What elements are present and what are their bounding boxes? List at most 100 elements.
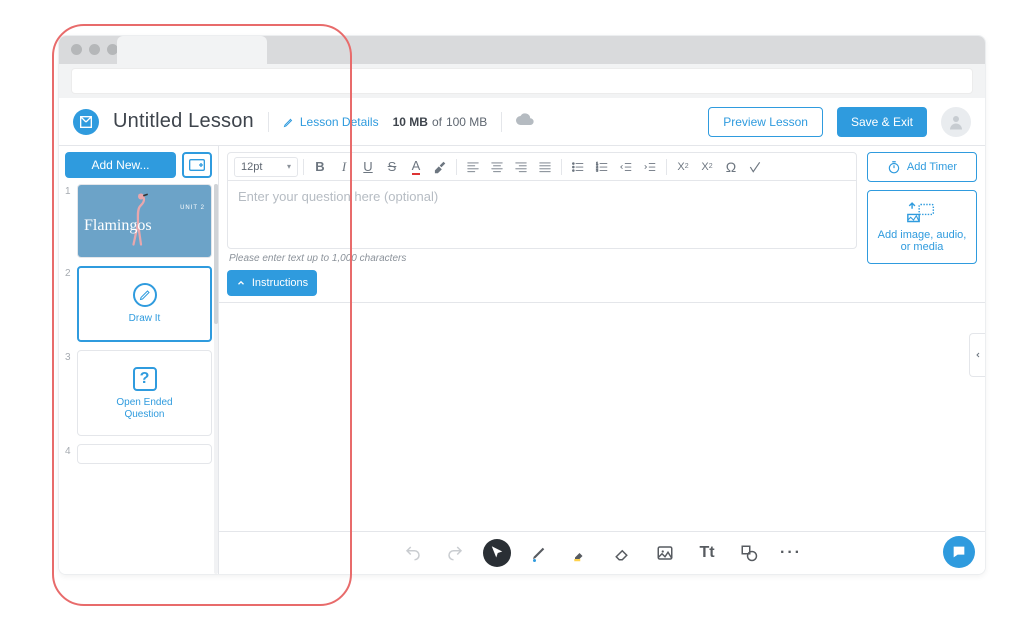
- user-avatar[interactable]: [941, 107, 971, 137]
- slide-thumbnail-4[interactable]: [77, 444, 212, 464]
- slide-item-2[interactable]: 2 Draw It: [65, 266, 212, 342]
- app-header: Untitled Lesson Lesson Details 10 MB of …: [59, 98, 985, 146]
- text-color-button[interactable]: A: [405, 156, 427, 178]
- edit-icon: [283, 116, 295, 128]
- url-input[interactable]: [71, 68, 973, 94]
- slide-plus-icon: [189, 159, 205, 171]
- omega-button[interactable]: Ω: [720, 156, 742, 178]
- window-dot-1: [71, 44, 82, 55]
- question-input[interactable]: Enter your question here (optional): [228, 181, 856, 248]
- instructions-label: Instructions: [252, 277, 308, 289]
- app-logo[interactable]: [73, 109, 99, 135]
- chevron-down-icon: ▾: [287, 162, 291, 171]
- slide-item-1[interactable]: 1 UNIT 2 Flamingos: [65, 184, 212, 258]
- preview-lesson-label: Preview Lesson: [723, 115, 808, 129]
- add-new-button[interactable]: Add New...: [65, 152, 176, 178]
- align-left-button[interactable]: [462, 156, 484, 178]
- add-row: Add New...: [59, 146, 218, 184]
- numbered-list-button[interactable]: 123: [591, 156, 613, 178]
- side-panel: Add Timer Add image, audio, or media: [867, 152, 977, 264]
- editor-area: 12pt ▾ B I U S A: [219, 146, 985, 574]
- shapes-tool[interactable]: [735, 539, 763, 567]
- lesson-details-label: Lesson Details: [300, 115, 379, 129]
- oeq-card: ? Open Ended Question: [78, 351, 211, 436]
- more-tools[interactable]: ···: [777, 539, 805, 567]
- subscript-button[interactable]: X2: [696, 156, 718, 178]
- question-editor: 12pt ▾ B I U S A: [227, 152, 857, 249]
- italic-button[interactable]: I: [333, 156, 355, 178]
- scrollbar-thumb[interactable]: [214, 184, 218, 324]
- highlighter-tool[interactable]: [567, 539, 595, 567]
- outdent-button[interactable]: [615, 156, 637, 178]
- bullet-list-button[interactable]: [567, 156, 589, 178]
- slides-list: 1 UNIT 2 Flamingos: [59, 184, 218, 574]
- add-media-label: Add image, audio, or media: [874, 229, 970, 253]
- redo-button[interactable]: [441, 539, 469, 567]
- bottom-toolbar: Tt ···: [219, 532, 985, 574]
- editor-toolbar: 12pt ▾ B I U S A: [228, 153, 856, 181]
- pen-tool[interactable]: [525, 539, 553, 567]
- app-body: Add New... 1: [59, 146, 985, 574]
- browser-tab[interactable]: [117, 36, 267, 64]
- svg-text:3: 3: [596, 168, 598, 172]
- slide-number: 1: [65, 184, 73, 258]
- formula-button[interactable]: [744, 156, 766, 178]
- draw-it-card: Draw It: [79, 268, 210, 340]
- image-tool[interactable]: [651, 539, 679, 567]
- slide-thumbnail-2[interactable]: Draw It: [77, 266, 212, 342]
- save-exit-button[interactable]: Save & Exit: [837, 107, 927, 137]
- draw-it-label: Draw It: [129, 313, 161, 325]
- add-new-label: Add New...: [91, 158, 149, 172]
- align-center-button[interactable]: [486, 156, 508, 178]
- chat-bubble-button[interactable]: [943, 536, 975, 568]
- divider: [268, 112, 269, 132]
- add-slide-icon-button[interactable]: [182, 152, 212, 178]
- slide-number: 3: [65, 350, 73, 436]
- divider: [501, 112, 502, 132]
- char-limit-hint: Please enter text up to 1,000 characters: [227, 251, 857, 264]
- undo-button[interactable]: [399, 539, 427, 567]
- eraser-tool[interactable]: [609, 539, 637, 567]
- underline-button[interactable]: U: [357, 156, 379, 178]
- browser-tab-bar: [59, 36, 985, 64]
- add-timer-button[interactable]: Add Timer: [867, 152, 977, 182]
- font-size-value: 12pt: [241, 161, 262, 173]
- superscript-button[interactable]: X2: [672, 156, 694, 178]
- storage-used: 10 MB: [393, 115, 428, 129]
- cloud-sync-icon[interactable]: [516, 112, 534, 131]
- strikethrough-button[interactable]: S: [381, 156, 403, 178]
- text-tool[interactable]: Tt: [693, 539, 721, 567]
- slide-thumbnail-1[interactable]: UNIT 2 Flamingos: [77, 184, 212, 258]
- app: Untitled Lesson Lesson Details 10 MB of …: [59, 98, 985, 574]
- add-media-button[interactable]: Add image, audio, or media: [867, 190, 977, 264]
- unit-label: UNIT 2: [180, 205, 205, 211]
- highlight-button[interactable]: [429, 156, 451, 178]
- lesson-details-link[interactable]: Lesson Details: [283, 115, 379, 129]
- pencil-circle-icon: [133, 283, 157, 307]
- window-controls: [71, 44, 118, 55]
- slide-thumbnail-3[interactable]: ? Open Ended Question: [77, 350, 212, 436]
- canvas-area[interactable]: [219, 302, 985, 532]
- stage: Untitled Lesson Lesson Details 10 MB of …: [0, 0, 1024, 643]
- align-right-button[interactable]: [510, 156, 532, 178]
- storage-total: 100 MB: [446, 115, 487, 129]
- instructions-toggle[interactable]: Instructions: [227, 270, 317, 296]
- collapse-tab[interactable]: [969, 333, 985, 377]
- editor-row: 12pt ▾ B I U S A: [219, 146, 985, 270]
- slide-item-3[interactable]: 3 ? Open Ended Question: [65, 350, 212, 436]
- window-dot-2: [89, 44, 100, 55]
- oeq-label: Open Ended Question: [116, 397, 172, 421]
- slides-sidebar: Add New... 1: [59, 146, 219, 574]
- align-justify-button[interactable]: [534, 156, 556, 178]
- bold-button[interactable]: B: [309, 156, 331, 178]
- chevron-up-icon: [236, 278, 246, 288]
- save-exit-label: Save & Exit: [851, 115, 913, 129]
- storage-of: of: [432, 115, 442, 129]
- pointer-tool[interactable]: [483, 539, 511, 567]
- slide-item-4[interactable]: 4: [65, 444, 212, 464]
- indent-button[interactable]: [639, 156, 661, 178]
- storage-indicator: 10 MB of 100 MB: [393, 115, 488, 129]
- font-size-dropdown[interactable]: 12pt ▾: [234, 157, 298, 177]
- preview-lesson-button[interactable]: Preview Lesson: [708, 107, 823, 137]
- lesson-title[interactable]: Untitled Lesson: [113, 110, 254, 133]
